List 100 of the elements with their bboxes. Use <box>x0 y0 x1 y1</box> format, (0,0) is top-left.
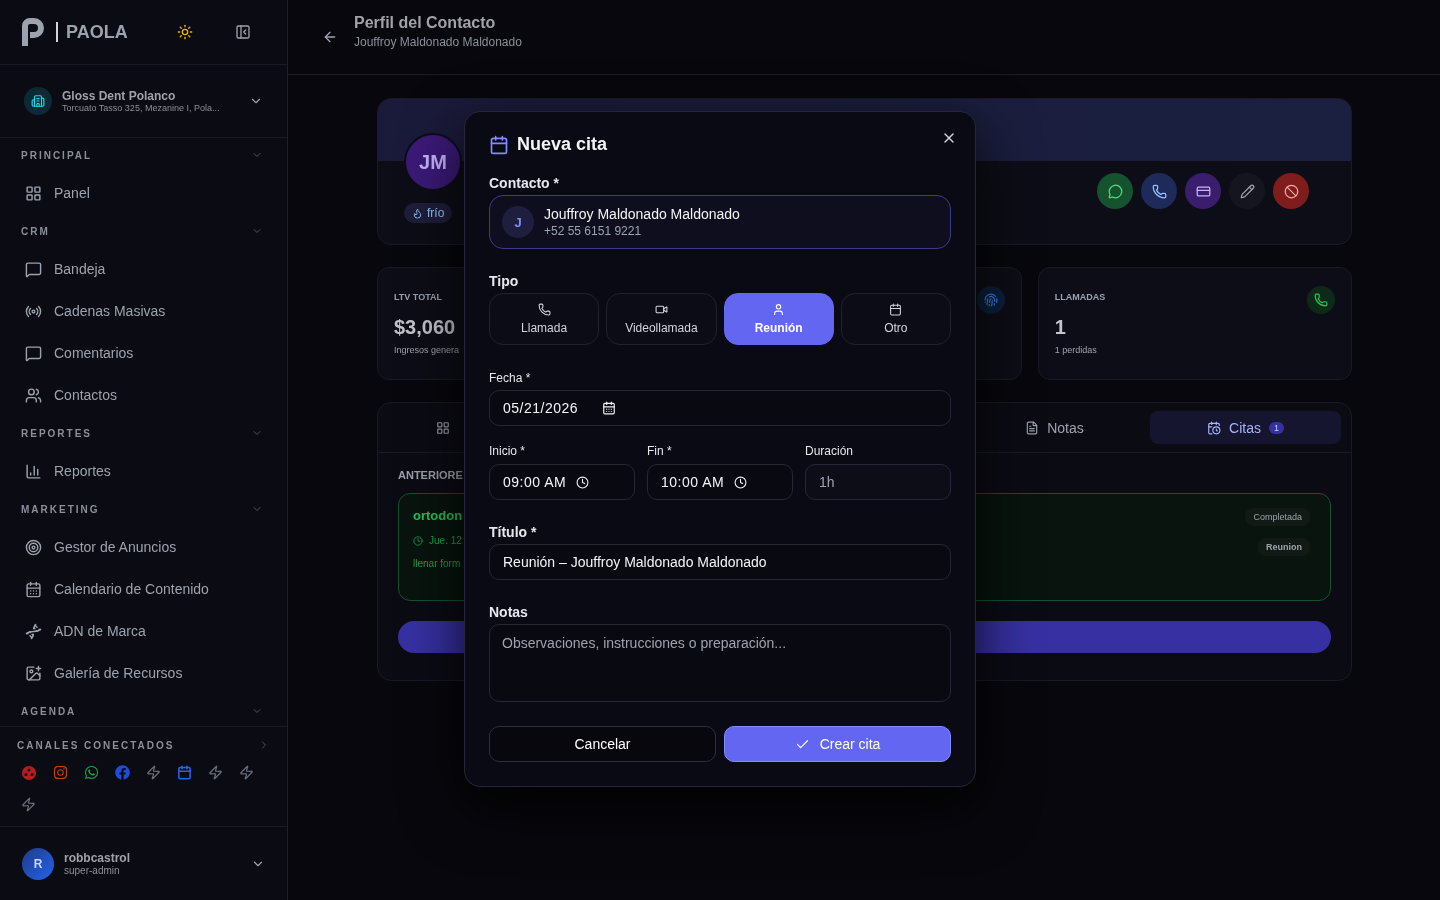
type-badge: Reunion <box>1258 538 1310 556</box>
fingerprint-icon <box>976 286 1005 314</box>
sidebar-item[interactable]: Calendario de Contenido <box>0 568 287 610</box>
target-icon <box>25 538 42 556</box>
title-field[interactable]: Reunión – Jouffroy Maldonado Maldonado <box>489 544 951 580</box>
sidebar-item[interactable]: Reportes <box>0 450 287 492</box>
start-time-field[interactable]: 09:00 AM <box>489 464 635 500</box>
appointment-note: llenar form <box>413 558 461 569</box>
document-icon <box>1025 420 1040 435</box>
sun-icon[interactable] <box>177 24 193 40</box>
card-icon <box>1195 183 1211 199</box>
sidebar-item[interactable]: Galería de Recursos <box>0 652 287 694</box>
stat-note: 1 perdidas <box>1054 345 1097 355</box>
status-badge: Completada <box>1245 508 1310 526</box>
person-icon <box>772 303 786 316</box>
clock-icon[interactable] <box>576 475 590 489</box>
tag-label: frío <box>427 206 445 220</box>
create-button[interactable]: Crear cita <box>724 726 951 762</box>
sidebar-item[interactable]: Panel <box>0 172 287 214</box>
section-heading: ANTERIORE <box>398 469 463 481</box>
section-title: AGENDA <box>21 705 77 717</box>
stat-note: Ingresos genera <box>394 345 460 355</box>
pencil-icon <box>1239 183 1255 199</box>
phone-button[interactable] <box>1141 173 1177 209</box>
type-option[interactable]: Llamada <box>489 293 600 345</box>
field-label: Inicio * <box>489 444 527 458</box>
field-label: Duración <box>805 444 855 458</box>
tab[interactable]: Notas <box>959 411 1150 444</box>
sidebar-item[interactable]: Cadenas Masivas <box>0 290 287 332</box>
dna-icon <box>25 622 42 640</box>
clock-icon[interactable] <box>734 475 748 489</box>
page-subtitle: Jouffroy Maldonado Maldonado <box>354 34 522 49</box>
field-label: Notas <box>489 604 529 620</box>
grid-icon <box>436 420 450 435</box>
edit-button[interactable] <box>1229 173 1265 209</box>
type-option[interactable]: Videollamada <box>606 293 717 345</box>
sidebar-item[interactable]: Contactos <box>0 374 287 416</box>
user-name: robbcastrol <box>64 851 131 865</box>
sidebar-item[interactable]: Comentarios <box>0 332 287 374</box>
brand-name: PAOLA <box>56 22 128 42</box>
calendar-icon <box>25 580 42 598</box>
type-option[interactable]: Reunión <box>723 293 834 345</box>
calendar-clock-icon <box>1207 420 1222 435</box>
stat-value: 1 <box>1054 316 1066 339</box>
grid-icon <box>25 184 42 202</box>
section-title: REPORTES <box>21 427 92 439</box>
contact-avatar: J <box>502 206 534 238</box>
end-time-field[interactable]: 10:00 AM <box>647 464 793 500</box>
back-arrow-icon[interactable] <box>322 29 338 45</box>
video-camera-icon <box>654 303 668 316</box>
lightning-icon[interactable] <box>146 765 161 781</box>
section-title: CRM <box>21 225 50 237</box>
user-role: super-admin <box>64 865 121 876</box>
facebook-icon[interactable] <box>115 765 130 781</box>
sidebar-item[interactable]: ADN de Marca <box>0 610 287 652</box>
stat-value: $3,060 <box>394 316 456 339</box>
collapse-sidebar-icon[interactable] <box>235 24 251 40</box>
contact-avatar: JM <box>404 133 462 191</box>
ban-icon <box>1283 183 1299 199</box>
lightning-icon[interactable] <box>239 765 254 781</box>
users-icon <box>25 386 42 404</box>
card-button[interactable] <box>1185 173 1221 209</box>
org-address: Torcuato Tasso 325, Mezanine I, Pola... <box>62 103 221 113</box>
date-field[interactable]: 05/21/2026 <box>489 390 951 426</box>
instagram-icon[interactable] <box>53 765 68 781</box>
calendar-icon <box>489 134 509 155</box>
bar-chart-icon <box>25 462 42 480</box>
dialog-title: Nueva cita <box>517 134 608 155</box>
calendar-icon[interactable] <box>602 401 617 415</box>
contact-phone: +52 55 6151 9221 <box>544 224 643 238</box>
type-option[interactable]: Otro <box>840 293 951 345</box>
sidebar-item[interactable]: Bandeja <box>0 248 287 290</box>
appointment-title: ortodon <box>413 508 463 523</box>
cancel-button[interactable]: Cancelar <box>489 726 716 762</box>
field-label: Fecha * <box>489 371 532 385</box>
lightning-icon[interactable] <box>208 765 223 781</box>
appointment-date: Jue. 12 <box>429 535 462 546</box>
field-label: Contacto * <box>489 175 560 191</box>
tab-label: Citas <box>1229 419 1261 436</box>
duration-field: 1h <box>805 464 951 500</box>
tab[interactable]: Citas 1 <box>1150 411 1341 444</box>
user-avatar: R <box>22 847 54 880</box>
field-label: Fin * <box>647 444 673 458</box>
block-button[interactable] <box>1273 173 1309 209</box>
chat-bubble-icon <box>1107 183 1123 199</box>
contact-name: Jouffroy Maldonado Maldonado <box>544 206 740 222</box>
page-title: Perfil del Contacto <box>354 13 497 32</box>
lightning-icon[interactable] <box>21 797 36 812</box>
section-title: PRINCIPAL <box>21 149 93 161</box>
contact-selector[interactable]: J Jouffroy Maldonado Maldonado +52 55 6151 9221 <box>489 195 951 249</box>
phone-icon <box>1307 286 1335 314</box>
sidebar-item[interactable]: Gestor de Anuncios <box>0 526 287 568</box>
chat-icon <box>25 344 42 362</box>
whatsapp-icon[interactable] <box>84 765 99 781</box>
circle-dots-icon[interactable] <box>21 765 37 781</box>
notes-field[interactable]: Observaciones, instrucciones o preparación... <box>489 624 951 702</box>
flame-icon <box>412 207 423 219</box>
chat-button[interactable] <box>1097 173 1133 209</box>
image-plus-icon <box>25 664 42 682</box>
section-title: CANALES CONECTADOS <box>17 739 175 751</box>
